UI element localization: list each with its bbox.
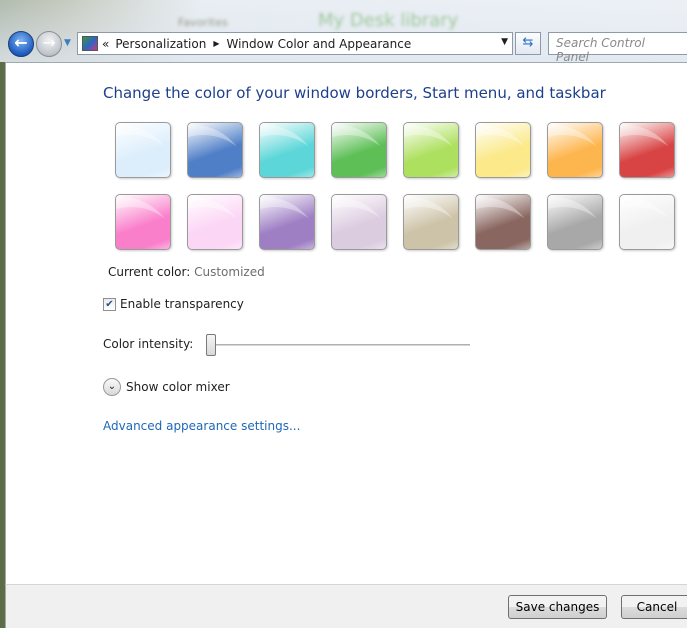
color-swatch[interactable] [475,122,531,178]
overflow-chevron[interactable]: « [102,37,109,51]
color-swatch[interactable] [115,194,171,250]
breadcrumb-window-color[interactable]: Window Color and Appearance [226,37,411,51]
color-swatch[interactable] [619,194,675,250]
color-swatch[interactable] [475,194,531,250]
search-input[interactable]: Search Control Panel [548,32,687,64]
transparency-label: Enable transparency [120,297,244,311]
advanced-appearance-link[interactable]: Advanced appearance settings... [103,419,300,433]
enable-transparency-checkbox[interactable]: ✔ Enable transparency [103,297,244,311]
current-color-label: Current color: [108,265,191,279]
forward-arrow-icon: → [42,33,56,52]
back-arrow-icon: ← [14,33,28,52]
checkbox-checked-icon[interactable]: ✔ [103,297,116,311]
address-bar[interactable]: « Personalization ▶ Window Color and App… [77,32,513,55]
color-swatch[interactable] [331,194,387,250]
breadcrumb-personalization[interactable]: Personalization [115,37,206,51]
color-swatch[interactable] [259,194,315,250]
blurred-title: My Desk library [318,10,459,31]
color-swatch[interactable] [619,122,675,178]
refresh-icon: ⇆ [522,35,534,50]
current-color-value: Customized [194,265,265,279]
intensity-slider-thumb[interactable] [206,334,216,356]
intensity-label: Color intensity: [103,337,194,351]
color-swatch[interactable] [403,122,459,178]
color-swatch[interactable] [403,194,459,250]
color-swatch[interactable] [547,194,603,250]
color-swatch[interactable] [331,122,387,178]
cancel-button[interactable]: Cancel [621,595,687,619]
breadcrumb-separator-icon[interactable]: ▶ [213,39,219,48]
control-panel-icon [82,36,98,51]
color-swatch[interactable] [115,122,171,178]
chevron-down-icon[interactable]: ⌄ [103,378,121,396]
refresh-button[interactable]: ⇆ [515,32,541,55]
intensity-slider-track[interactable] [211,344,470,347]
recent-pages-dropdown[interactable]: ▼ [64,38,71,48]
show-color-mixer-toggle[interactable]: ⌄ Show color mixer [103,378,230,396]
color-swatch[interactable] [259,122,315,178]
color-swatch[interactable] [547,122,603,178]
mixer-label: Show color mixer [126,380,230,394]
color-swatch[interactable] [187,122,243,178]
forward-button[interactable]: → [36,31,62,57]
blurred-favorites: Favorites [178,16,228,29]
current-color: Current color: Customized [108,265,265,279]
save-changes-button[interactable]: Save changes [508,595,607,619]
address-dropdown-icon[interactable]: ▼ [501,37,508,47]
back-button[interactable]: ← [8,31,34,57]
color-swatch[interactable] [187,194,243,250]
content-pane: Change the color of your window borders,… [5,62,687,584]
page-title: Change the color of your window borders,… [103,84,606,102]
